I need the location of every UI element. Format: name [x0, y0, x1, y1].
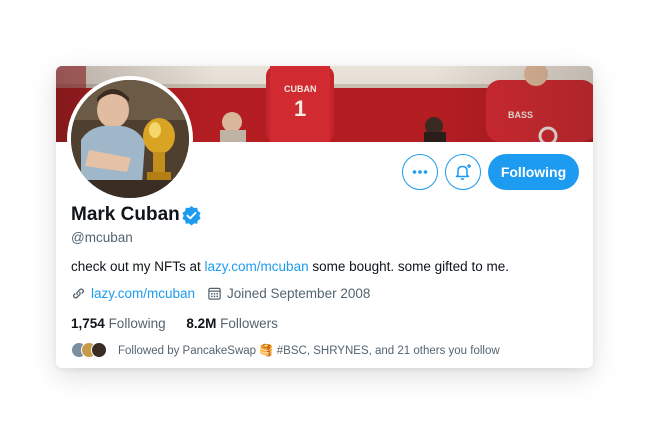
following-button[interactable]: Following — [488, 154, 579, 190]
profile-bio: check out my NFTs at lazy.com/mcuban som… — [71, 259, 509, 274]
followed-by-text: Followed by PancakeSwap 🥞 #BSC, SHRYNES,… — [118, 345, 500, 357]
profile-name: Mark Cuban — [71, 204, 180, 225]
more-options-button[interactable] — [402, 154, 438, 190]
profile-handle: @mcuban — [71, 230, 133, 245]
followers-count: 8.2M — [186, 316, 217, 331]
website-link[interactable]: lazy.com/mcuban — [91, 286, 195, 301]
verified-badge-icon — [182, 205, 201, 226]
more-horizontal-icon — [412, 170, 428, 174]
following-label: Following — [108, 316, 166, 331]
joined-item: Joined September 2008 — [207, 286, 370, 301]
calendar-icon — [208, 287, 221, 300]
profile-avatar[interactable] — [67, 76, 193, 202]
followed-by-row[interactable]: Followed by PancakeSwap 🥞 #BSC, SHRYNES,… — [71, 341, 500, 359]
followers-label: Followers — [220, 316, 278, 331]
follow-counts: 1,754 Following 8.2M Followers — [71, 316, 278, 331]
follower-avatar — [91, 342, 107, 358]
link-icon — [72, 288, 85, 299]
bio-text-suffix: some bought. some gifted to me. — [308, 259, 509, 274]
notifications-button[interactable] — [445, 154, 481, 190]
following-stat[interactable]: 1,754 Following — [71, 316, 166, 331]
bio-text-prefix: check out my NFTs at — [71, 259, 205, 274]
bio-link[interactable]: lazy.com/mcuban — [205, 259, 309, 274]
following-count: 1,754 — [71, 316, 105, 331]
followers-stat[interactable]: 8.2M Followers — [186, 316, 278, 331]
website-item[interactable]: lazy.com/mcuban — [71, 286, 195, 301]
joined-date: Joined September 2008 — [227, 286, 371, 301]
avatar-photo — [71, 80, 189, 198]
bell-plus-icon — [455, 164, 471, 180]
